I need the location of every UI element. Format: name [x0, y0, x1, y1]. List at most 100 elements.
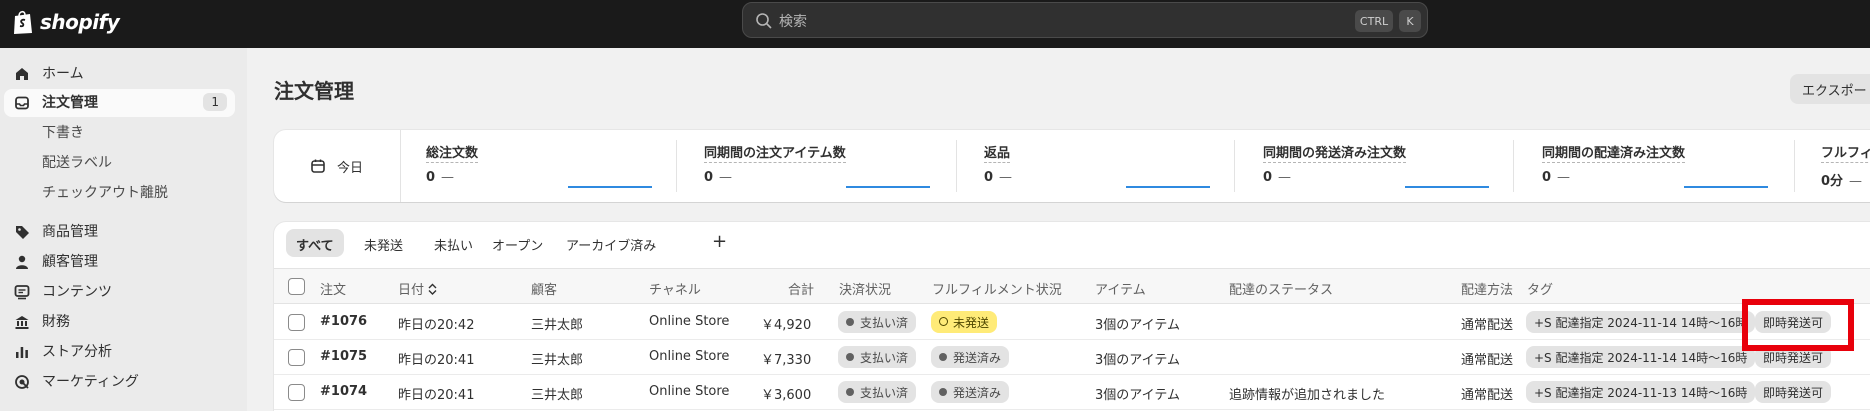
order-items[interactable]: 3個のアイテム [1095, 349, 1180, 368]
logo-text: shopify [40, 10, 120, 34]
table-header: 注文 日付 顧客 チャネル 合計 決済状況 フルフィルメント状況 アイテム 配達… [274, 268, 1870, 304]
date-range-label: 今日 [337, 161, 364, 176]
stat-value: 0— [1542, 170, 1571, 185]
order-items[interactable]: 3個のアイテム [1095, 314, 1180, 333]
order-tag: 即時発送可 [1755, 381, 1832, 403]
row-checkbox[interactable] [288, 349, 305, 366]
orders-icon [15, 96, 29, 110]
export-button[interactable]: エクスポート [1790, 74, 1870, 104]
stat-label: 返品 [984, 142, 1011, 163]
stat-returns[interactable]: 返品 0— [984, 130, 1214, 202]
col-customer: 顧客 [531, 283, 558, 298]
sidebar-item-customers[interactable]: 顧客管理 [4, 248, 235, 276]
order-tag: +S 配達指定 2024-11-14 14時〜16時 [1526, 311, 1756, 333]
top-bar: shopify 検索 CTRL K [0, 0, 1870, 48]
stat-divider [956, 140, 957, 192]
sidebar-item-label: 顧客管理 [42, 254, 98, 270]
order-number[interactable]: #1076 [320, 314, 367, 329]
sidebar-item-label: 財務 [42, 314, 70, 330]
stat-label: 同期間の注文アイテム数 [704, 142, 846, 163]
sidebar-item-label: ホーム [42, 66, 84, 82]
row-checkbox[interactable] [288, 384, 305, 401]
stat-fulfillment-time[interactable]: フルフィ 0分 — [1821, 130, 1870, 202]
order-number[interactable]: #1074 [320, 384, 367, 399]
select-all-checkbox[interactable] [288, 278, 305, 295]
tab-unfulfilled[interactable]: 未発送 [354, 229, 413, 257]
row-checkbox[interactable] [288, 314, 305, 331]
stat-order-items[interactable]: 同期間の注文アイテム数 0— [704, 130, 934, 202]
sidebar-item-label: 配送ラベル [42, 155, 112, 171]
sidebar-item-label: 商品管理 [42, 224, 98, 240]
home-icon [16, 68, 28, 80]
stat-shipped-orders[interactable]: 同期間の発送済み注文数 0— [1263, 130, 1493, 202]
col-date[interactable]: 日付 [398, 279, 437, 298]
table-row[interactable]: #1076 昨日の20:42 三井太郎 Online Store ￥4,920 … [274, 305, 1870, 340]
stat-sparkline [1684, 186, 1768, 188]
stat-sparkline [846, 186, 930, 188]
col-channel: チャネル [649, 283, 701, 298]
sort-icon [428, 283, 437, 295]
tag-icon [16, 226, 29, 239]
stat-delivered-orders[interactable]: 同期間の配達済み注文数 0— [1542, 130, 1772, 202]
sidebar-item-label: マーケティング [42, 374, 139, 390]
delivery-status: 追跡情報が追加されました [1229, 388, 1386, 403]
tab-all[interactable]: すべて [286, 229, 344, 257]
order-channel: Online Store [649, 349, 730, 364]
fulfillment-status-badge: 発送済み [931, 381, 1010, 403]
order-date: 昨日の20:41 [398, 388, 475, 403]
sidebar-item-label: コンテンツ [42, 284, 112, 300]
orders-count-badge: 1 [203, 93, 227, 111]
sidebar-item-analytics[interactable]: ストア分析 [4, 338, 235, 366]
order-customer: 三井太郎 [531, 388, 584, 403]
stat-label: 同期間の発送済み注文数 [1263, 142, 1407, 163]
stat-label: フルフィ [1821, 142, 1870, 163]
sidebar-item-label: チェックアウト離脱 [42, 185, 168, 201]
order-total: ￥3,600 [761, 388, 812, 403]
sidebar-item-home[interactable]: ホーム [4, 60, 235, 88]
col-total: 合計 [788, 283, 815, 298]
sidebar-item-shipping-labels[interactable]: 配送ラベル [4, 149, 235, 177]
sidebar-item-drafts[interactable]: 下書き [4, 119, 235, 147]
sidebar-item-label: ストア分析 [42, 344, 112, 360]
shopify-logo[interactable]: shopify [12, 9, 120, 35]
delivery-method: 通常配送 [1461, 388, 1514, 403]
order-number[interactable]: #1075 [320, 349, 367, 364]
sidebar-item-finance[interactable]: 財務 [4, 308, 235, 336]
search-bar[interactable]: 検索 CTRL K [742, 2, 1428, 38]
col-fulfillment-status: フルフィルメント状況 [932, 283, 1062, 298]
date-range-picker[interactable]: 今日 [274, 130, 401, 202]
sidebar-item-content[interactable]: コンテンツ [4, 278, 235, 306]
col-items: アイテム [1095, 283, 1146, 298]
table-row[interactable]: #1074 昨日の20:41 三井太郎 Online Store ￥3,600 … [274, 375, 1870, 410]
sidebar-item-marketing[interactable]: マーケティング [4, 368, 235, 396]
order-total: ￥4,920 [761, 318, 812, 333]
payment-status-badge: 支払い済 [838, 311, 917, 333]
content-icon [14, 285, 30, 300]
person-icon [16, 255, 28, 269]
table-row[interactable]: #1075 昨日の20:41 三井太郎 Online Store ￥7,330 … [274, 340, 1870, 375]
shopify-bag-icon [14, 10, 32, 34]
tab-unpaid[interactable]: 未払い [424, 229, 483, 257]
tab-archived[interactable]: アーカイブ済み [556, 229, 666, 257]
stat-value: 0— [426, 170, 455, 185]
tab-open[interactable]: オープン [482, 229, 553, 257]
sidebar: ホーム 注文管理 1 下書き 配送ラベル チェックアウト離脱 商品管理 顧客管理… [0, 48, 247, 411]
fulfillment-status-badge: 未発送 [931, 311, 998, 333]
order-channel: Online Store [649, 384, 730, 399]
payment-status-badge: 支払い済 [838, 346, 917, 368]
sidebar-item-label: 下書き [42, 125, 84, 141]
order-date: 昨日の20:42 [398, 318, 475, 333]
add-view-button[interactable]: + [704, 229, 735, 257]
delivery-method: 通常配送 [1461, 318, 1514, 333]
col-tags: タグ [1527, 283, 1554, 298]
target-icon [15, 375, 29, 389]
sidebar-item-abandoned-checkouts[interactable]: チェックアウト離脱 [4, 179, 235, 207]
order-items[interactable]: 3個のアイテム [1095, 384, 1180, 403]
stat-divider [1794, 140, 1795, 192]
order-tag: +S 配達指定 2024-11-13 14時〜16時 [1526, 381, 1756, 403]
payment-status-badge: 支払い済 [838, 381, 917, 403]
sidebar-item-products[interactable]: 商品管理 [4, 218, 235, 246]
sidebar-item-orders[interactable]: 注文管理 1 [4, 89, 235, 117]
stat-total-orders[interactable]: 総注文数 0— [426, 130, 656, 202]
order-tag: +S 配達指定 2024-11-14 14時〜16時 [1526, 346, 1756, 368]
